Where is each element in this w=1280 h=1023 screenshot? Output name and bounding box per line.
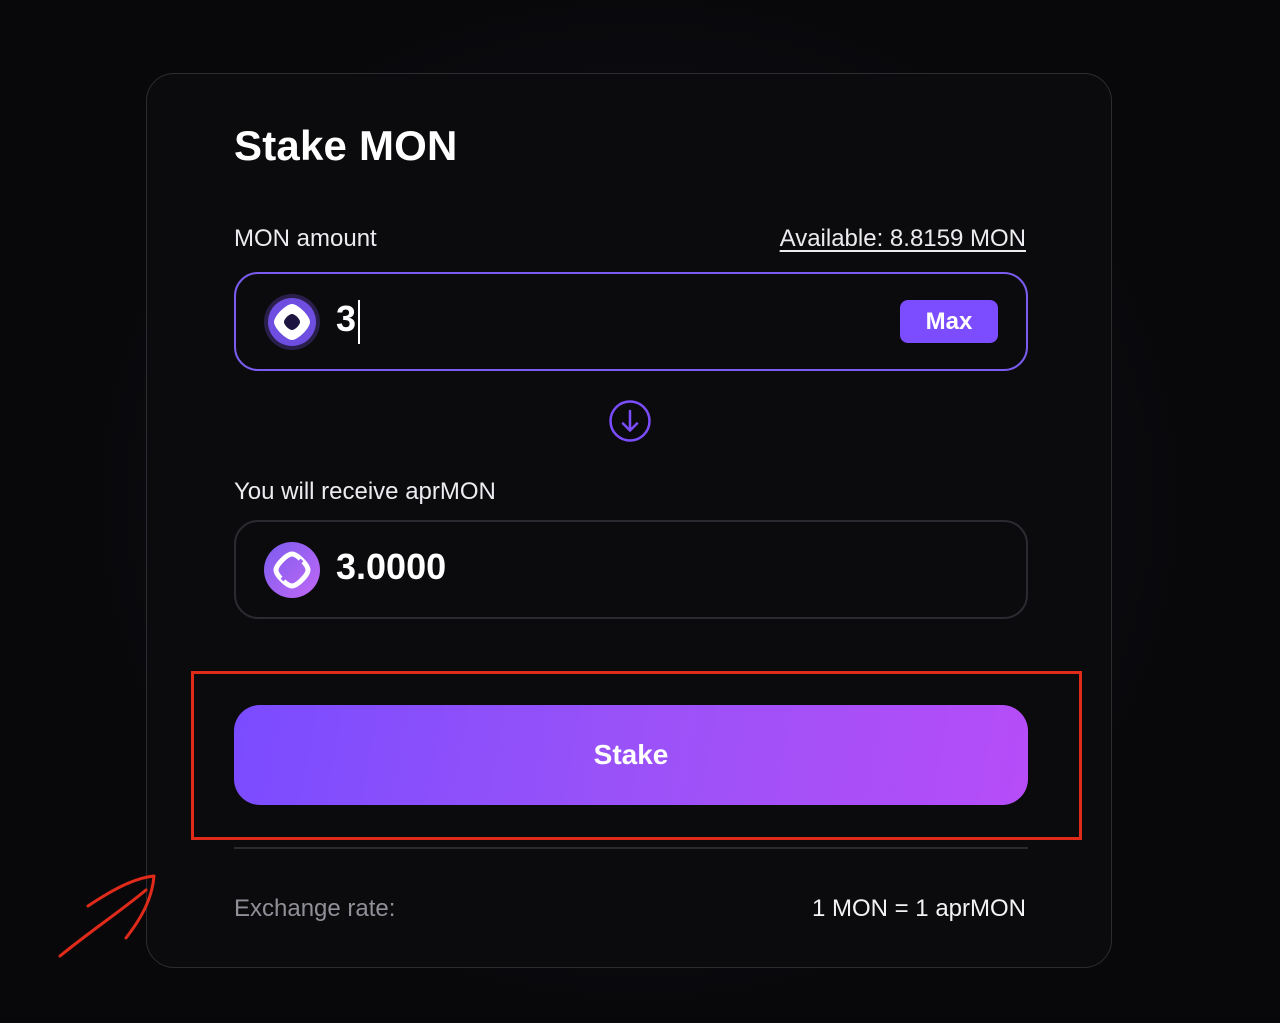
divider xyxy=(234,847,1028,849)
arrow-down-circle-icon xyxy=(609,400,651,442)
mon-token-icon xyxy=(264,294,320,350)
exchange-rate-value: 1 MON = 1 aprMON xyxy=(811,895,1026,922)
mon-amount-label: MON amount xyxy=(234,225,377,252)
stake-button[interactable]: Stake xyxy=(234,705,1028,805)
text-caret xyxy=(358,300,360,344)
aprmon-token-icon xyxy=(264,542,320,598)
page-title: Stake MON xyxy=(234,122,458,169)
max-button[interactable]: Max xyxy=(900,300,998,343)
mon-amount-input[interactable]: 3 Max xyxy=(234,272,1028,371)
mon-amount-value[interactable]: 3 xyxy=(336,298,356,340)
stake-card: Stake MON MON amount Available: 8.8159 M… xyxy=(146,73,1112,968)
exchange-rate-label: Exchange rate: xyxy=(234,895,396,922)
receive-label: You will receive aprMON xyxy=(234,478,496,505)
page-background: Stake MON MON amount Available: 8.8159 M… xyxy=(0,0,1280,1023)
aprmon-output-field: 3.0000 xyxy=(234,520,1028,619)
available-balance-link[interactable]: Available: 8.8159 MON xyxy=(780,225,1026,253)
aprmon-amount-value: 3.0000 xyxy=(336,546,447,587)
